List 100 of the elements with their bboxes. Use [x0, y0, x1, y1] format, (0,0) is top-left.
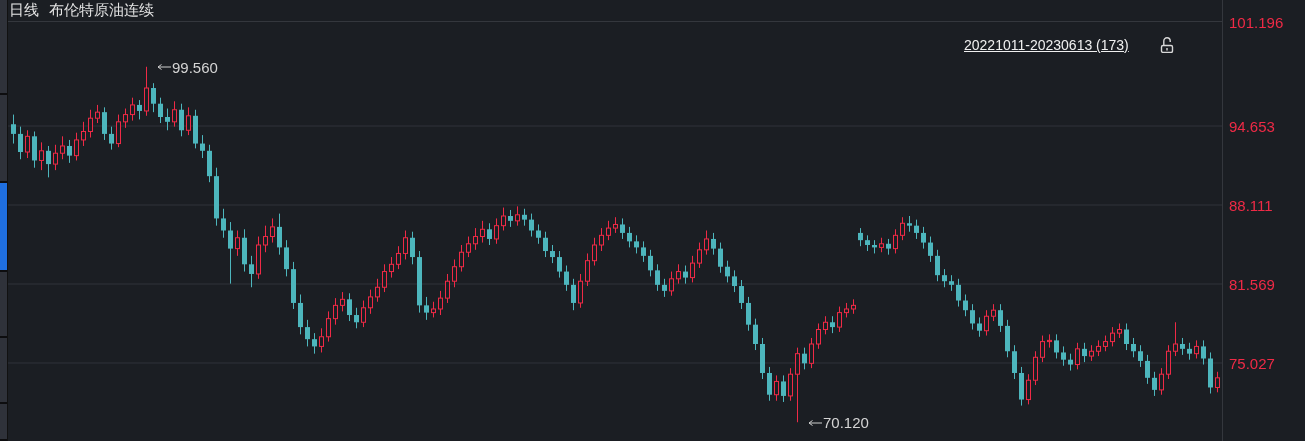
- candle: [487, 222, 492, 246]
- candle: [354, 307, 359, 329]
- candle: [410, 231, 415, 265]
- candle: [347, 292, 352, 322]
- candle: [32, 131, 37, 169]
- candle: [718, 242, 723, 274]
- candle: [466, 236, 471, 258]
- axis-label: 101.196: [1229, 14, 1284, 31]
- candle: [207, 144, 212, 183]
- candle: [242, 228, 247, 273]
- candle: [893, 228, 898, 254]
- candle: [389, 256, 394, 279]
- candle: [606, 220, 611, 241]
- candle: [991, 303, 996, 322]
- candle: [1124, 323, 1129, 351]
- price-label: 70.120: [823, 414, 869, 432]
- candle: [942, 268, 947, 288]
- candle: [452, 259, 457, 288]
- candle: [123, 108, 128, 129]
- candle: [844, 302, 849, 318]
- candle: [403, 230, 408, 260]
- candle: [557, 250, 562, 279]
- candle: [1194, 339, 1199, 359]
- candle: [648, 249, 653, 277]
- candle: [970, 303, 975, 330]
- candle: [137, 99, 142, 120]
- candle: [1075, 342, 1080, 370]
- candle: [515, 205, 520, 227]
- candle: [186, 106, 191, 136]
- candle: [340, 291, 345, 312]
- candle: [291, 261, 296, 310]
- candle: [1040, 335, 1045, 363]
- candle: [1145, 354, 1150, 385]
- candle: [284, 239, 289, 277]
- candle: [550, 244, 555, 264]
- candle: [60, 135, 65, 160]
- candle: [1082, 342, 1087, 363]
- arrow-icon: [808, 418, 822, 427]
- axis-label: 81.569: [1229, 276, 1275, 293]
- candle: [228, 221, 233, 285]
- candle: [1138, 344, 1143, 368]
- candle: [529, 213, 534, 238]
- candle: [543, 231, 548, 258]
- candle: [312, 332, 317, 355]
- candle: [1054, 333, 1059, 359]
- candle: [725, 260, 730, 283]
- candle: [900, 216, 905, 241]
- arrow-icon: [157, 63, 171, 72]
- candle: [438, 290, 443, 316]
- candle: [130, 97, 135, 122]
- candle: [599, 227, 604, 252]
- candle: [95, 104, 100, 124]
- candle: [263, 225, 268, 253]
- date-range-link[interactable]: 20221011-20230613 (173): [964, 37, 1129, 53]
- candle: [592, 237, 597, 266]
- candle: [172, 100, 177, 128]
- candle: [1131, 337, 1136, 358]
- candle: [788, 367, 793, 402]
- candle: [445, 273, 450, 304]
- candle: [88, 109, 93, 138]
- candle: [739, 279, 744, 310]
- candle: [361, 300, 366, 328]
- candle: [1159, 367, 1164, 396]
- candle: [1033, 350, 1038, 386]
- candle: [1019, 366, 1024, 407]
- price-label: 99.560: [172, 58, 218, 76]
- candle: [697, 242, 702, 269]
- candle: [221, 208, 226, 239]
- candle: [116, 114, 121, 148]
- side-tab[interactable]: [0, 183, 7, 272]
- candle: [641, 240, 646, 263]
- candle: [431, 301, 436, 318]
- candle: [802, 347, 807, 370]
- candle: [1047, 333, 1052, 349]
- candle: [578, 273, 583, 309]
- lock-icon[interactable]: [1160, 37, 1174, 53]
- candle: [1061, 345, 1066, 367]
- candle: [319, 327, 324, 353]
- candle: [396, 245, 401, 270]
- candle: [564, 265, 569, 292]
- candle: [865, 234, 870, 252]
- candle: [333, 297, 338, 326]
- candle: [774, 374, 779, 402]
- candle: [809, 337, 814, 369]
- candle: [102, 106, 107, 141]
- instrument-title: 布伦特原油连续: [49, 1, 154, 20]
- candle: [662, 278, 667, 298]
- candle: [830, 315, 835, 334]
- candle: [67, 139, 72, 164]
- candle: [424, 296, 429, 321]
- candle: [1187, 342, 1192, 361]
- candle: [1026, 373, 1031, 405]
- candle: [459, 244, 464, 273]
- candle: [158, 97, 163, 124]
- candle: [935, 249, 940, 282]
- period-label: 日线: [9, 1, 39, 20]
- candle: [823, 315, 828, 335]
- candle: [305, 319, 310, 347]
- candle: [690, 255, 695, 283]
- candle: [767, 366, 772, 402]
